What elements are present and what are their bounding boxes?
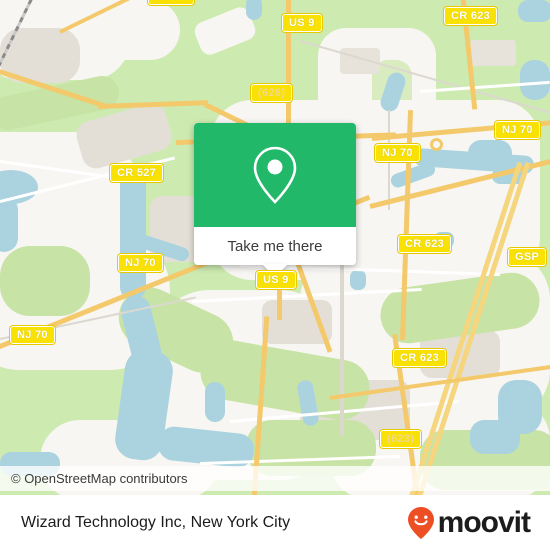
water-body [0,196,18,252]
track-road [340,246,344,436]
map-pin-icon [253,146,297,204]
popup-pin-panel [194,123,356,227]
shield-cr-527[interactable]: CR 527 [108,163,165,183]
shield-626[interactable]: (626) [249,83,294,103]
moovit-wordmark: moovit [437,505,531,539]
water-body [246,0,262,20]
shield-nj-70-w[interactable]: NJ 70 [117,253,164,273]
water-body [518,0,550,22]
moovit-logo[interactable]: moovit [406,505,531,540]
water-body [520,60,550,100]
shield-nj-70-sw[interactable]: NJ 70 [9,325,56,345]
shield-nj-70-ne[interactable]: NJ 70 [494,120,541,140]
map-canvas[interactable]: US 9 CR 623 (626) NJ 70 NJ 70 CR 527 CR … [0,0,550,495]
shield-cr-623-s[interactable]: CR 623 [391,348,448,368]
moovit-smiley-pin-icon [407,506,434,539]
take-me-there-button[interactable]: Take me there [194,227,356,265]
screenshot-root: US 9 CR 623 (626) NJ 70 NJ 70 CR 527 CR … [0,0,550,550]
shield-nj-70-mid[interactable]: NJ 70 [374,143,421,163]
map-attribution: © OpenStreetMap contributors [0,466,550,491]
place-title: Wizard Technology Inc, New York City [21,513,291,531]
water-body [350,270,366,290]
woodland-strip [0,246,90,316]
place-popup-card[interactable]: Take me there [194,123,356,277]
industrial-area [470,40,516,66]
water-body [470,420,520,454]
shield-cr-623[interactable]: CR 623 [442,6,499,26]
shield-gsp[interactable]: GSP [506,247,548,267]
water-body [468,140,512,168]
roundabout-junction [430,138,443,151]
water-body [205,382,225,422]
attribution-text: © OpenStreetMap contributors [11,471,188,486]
shield-cr-623-e[interactable]: CR 623 [396,234,453,254]
shield-623[interactable]: (623) [378,429,423,449]
shield-cut-off [147,0,195,6]
shield-us-9-s[interactable]: US 9 [255,270,297,290]
shield-us-9[interactable]: US 9 [281,13,323,33]
footer-bar: Wizard Technology Inc, New York City moo… [0,495,550,550]
